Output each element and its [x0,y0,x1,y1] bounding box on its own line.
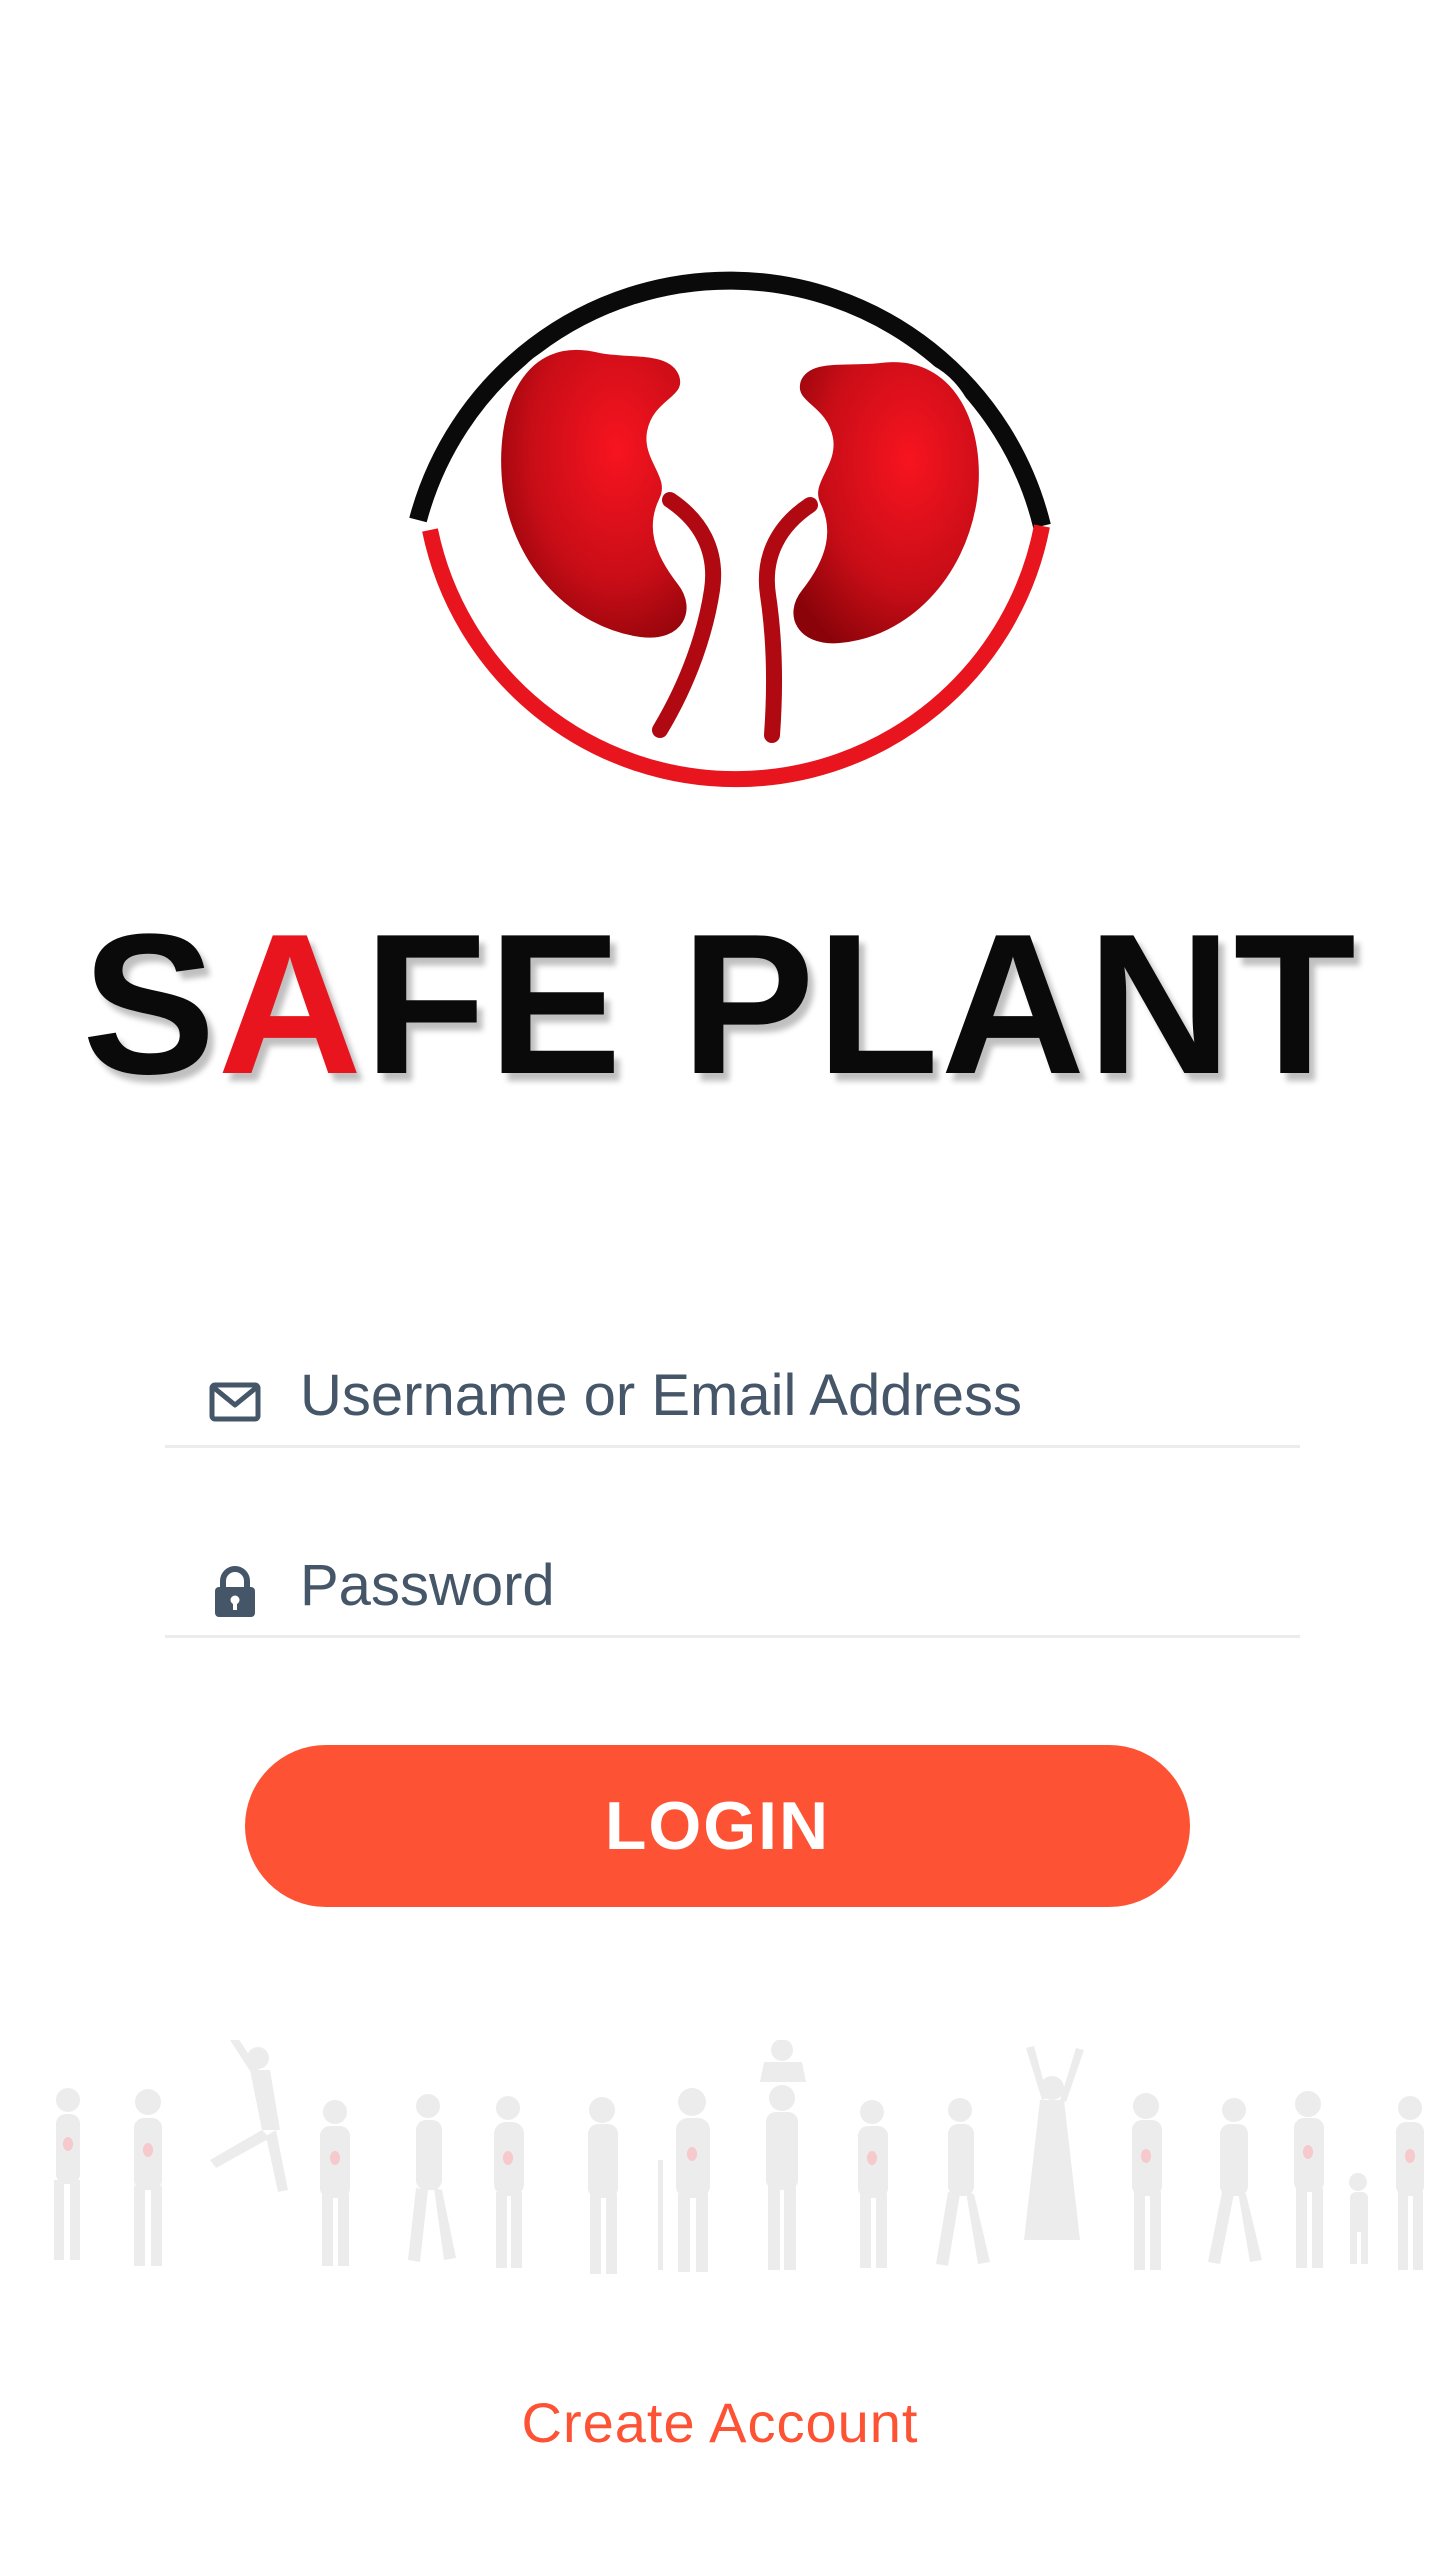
password-field [165,1535,1300,1638]
brand-wordmark: SAFE PLANT [0,905,1440,1105]
kidney-logo-icon [409,271,1051,788]
password-input[interactable] [300,1535,1280,1635]
people-silhouettes-illustration [54,2040,1424,2274]
email-input[interactable] [300,1345,1280,1445]
brand-name-part1: S [82,893,218,1116]
email-field [165,1345,1300,1448]
brand-name-accent: A [217,893,365,1116]
brand-name-part2: FE PLANT [364,893,1358,1116]
create-account-link[interactable]: Create Account [0,2390,1440,2455]
envelope-icon [209,1382,261,1422]
lock-icon [215,1566,255,1617]
login-button[interactable]: LOGIN [245,1745,1190,1907]
